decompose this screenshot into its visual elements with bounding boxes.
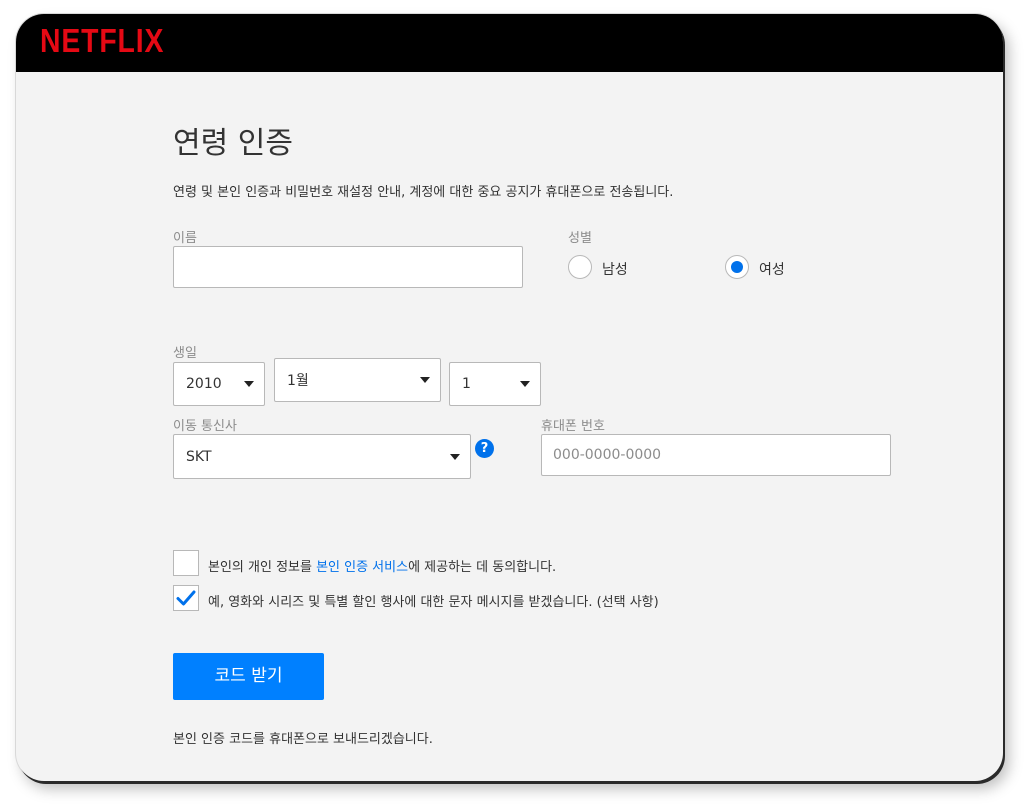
phone-label: 휴대폰 번호 (541, 419, 605, 434)
birth-day-value: 1 (462, 376, 471, 392)
footer-note: 본인 인증 코드를 휴대폰으로 보내드리겠습니다. (173, 732, 433, 747)
birthdate-label: 생일 (173, 346, 197, 361)
chevron-down-icon (450, 453, 460, 460)
birth-year-select[interactable]: 2010 (173, 362, 265, 406)
sms-optin-checkbox[interactable] (173, 585, 199, 611)
birth-day-select[interactable]: 1 (449, 362, 541, 406)
gender-male-label: 남성 (602, 262, 628, 278)
gender-male-radio[interactable] (568, 255, 592, 279)
privacy-consent-text-before: 본인의 개인 정보를 (208, 560, 317, 575)
privacy-consent-text-after: 에 제공하는 데 동의합니다. (408, 560, 557, 575)
phone-input[interactable]: 000-0000-0000 (541, 434, 891, 476)
netflix-logo[interactable]: NETFLIX (40, 22, 164, 60)
get-code-button[interactable]: 코드 받기 (173, 653, 324, 700)
name-label: 이름 (173, 231, 197, 246)
identity-service-link[interactable]: 본인 인증 서비스 (316, 560, 408, 575)
help-icon[interactable]: ? (475, 439, 494, 458)
chevron-down-icon (520, 381, 530, 387)
page-description: 연령 및 본인 인증과 비밀번호 재설정 안내, 계정에 대한 중요 공지가 휴… (173, 185, 674, 200)
gender-female-radio[interactable] (725, 255, 749, 279)
top-header-bar: NETFLIX (16, 14, 1003, 72)
carrier-value: SKT (186, 448, 212, 465)
gender-female-label: 여성 (759, 262, 785, 278)
chevron-down-icon (244, 381, 254, 387)
privacy-consent-text: 본인의 개인 정보를 본인 인증 서비스에 제공하는 데 동의합니다. (208, 556, 556, 575)
birth-month-value: 1월 (287, 373, 309, 389)
browser-frame: NETFLIX 연령 인증 연령 및 본인 인증과 비밀번호 재설정 안내, 계… (16, 14, 1003, 781)
name-input[interactable] (173, 246, 523, 288)
privacy-consent-checkbox[interactable] (173, 550, 199, 576)
chevron-down-icon (420, 377, 430, 383)
birth-month-select[interactable]: 1월 (274, 358, 441, 402)
page-title: 연령 인증 (173, 126, 293, 161)
gender-label: 성별 (568, 231, 592, 246)
birth-year-value: 2010 (186, 376, 222, 392)
checkmark-icon (176, 590, 196, 606)
carrier-select[interactable]: SKT (173, 434, 471, 479)
phone-placeholder: 000-0000-0000 (553, 447, 662, 463)
carrier-label: 이동 통신사 (173, 419, 237, 434)
sms-optin-text: 예, 영화와 시리즈 및 특별 할인 행사에 대한 문자 메시지를 받겠습니다.… (208, 595, 659, 610)
